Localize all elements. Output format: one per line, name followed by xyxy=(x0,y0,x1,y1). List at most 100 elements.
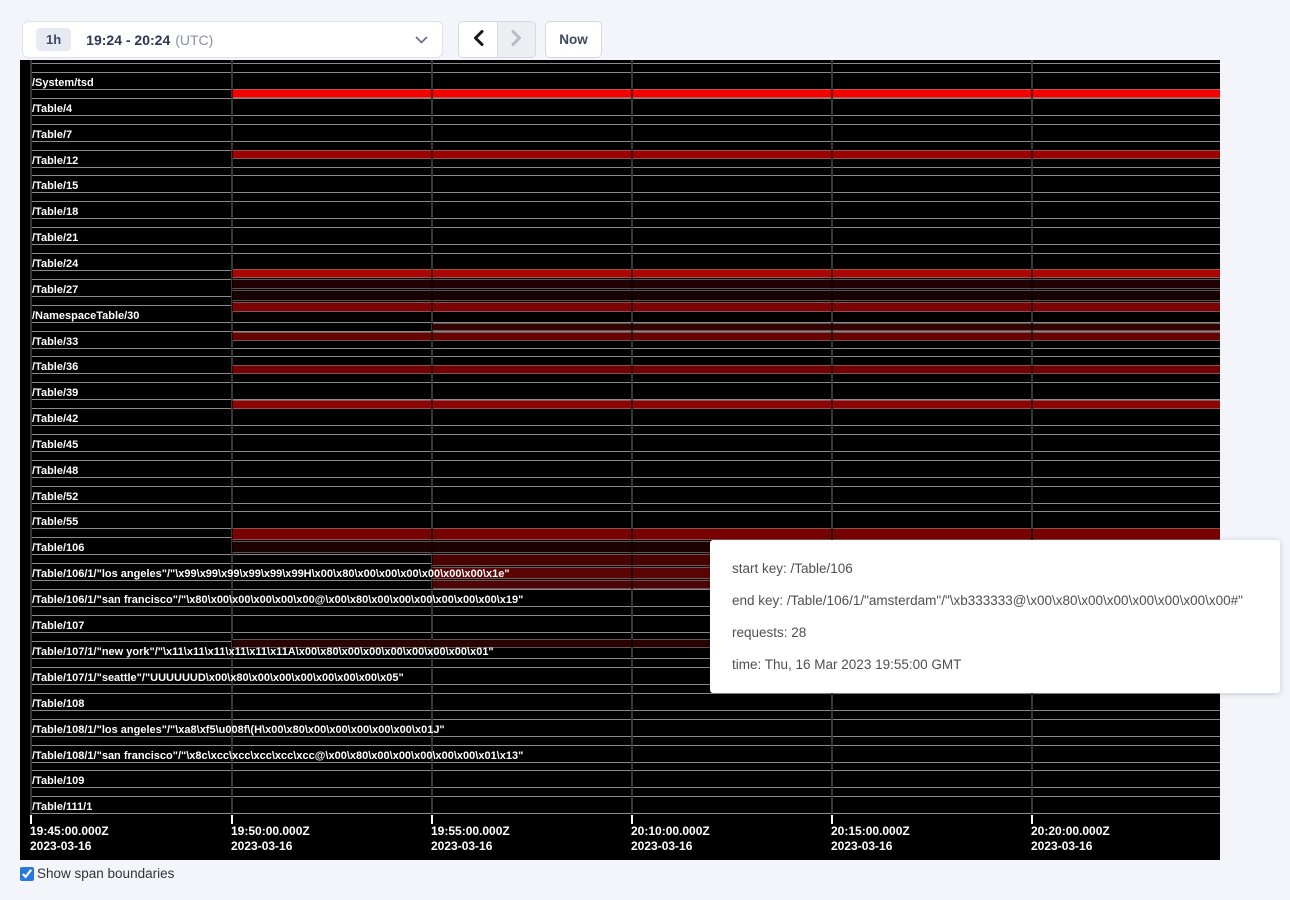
time-nav-group xyxy=(458,21,536,58)
axis-date: 2023-03-16 xyxy=(431,839,510,854)
span-boundary-line xyxy=(30,253,1220,254)
row-key-label: /Table/21 xyxy=(32,232,78,245)
span-boundary-line xyxy=(30,770,1220,771)
axis-time: 19:55:00.000Z xyxy=(431,824,510,839)
span-boundary-line xyxy=(30,503,1220,504)
span-boundary-line xyxy=(30,218,1220,219)
axis-tick-label: 20:10:00.000Z2023-03-16 xyxy=(631,824,710,854)
span-boundary-line xyxy=(30,434,1220,435)
heat-band[interactable] xyxy=(232,150,1220,159)
span-boundary-line xyxy=(30,693,1220,694)
span-boundary-line xyxy=(30,813,1220,814)
heat-band[interactable] xyxy=(232,302,1220,312)
span-boundary-line xyxy=(30,787,1220,788)
span-boundary-line xyxy=(30,201,1220,202)
axis-tick xyxy=(831,815,833,824)
axis-time: 19:50:00.000Z xyxy=(231,824,310,839)
span-boundary-line xyxy=(30,451,1220,452)
bucket-tooltip: start key: /Table/106 end key: /Table/10… xyxy=(710,540,1280,693)
axis-tick xyxy=(30,815,32,824)
row-key-label: /Table/48 xyxy=(32,465,78,478)
show-span-boundaries-checkbox[interactable] xyxy=(20,867,34,881)
row-key-label: /Table/18 xyxy=(32,206,78,219)
axis-tick xyxy=(1031,815,1033,824)
span-boundary-line xyxy=(30,356,1220,357)
prev-time-button[interactable] xyxy=(459,22,497,57)
toolbar: 1h 19:24 - 20:24 (UTC) Now xyxy=(0,0,1290,60)
heat-band[interactable] xyxy=(432,323,1220,331)
row-key-label: /Table/109 xyxy=(32,775,84,788)
row-key-label: /Table/108/1/"los angeles"/"\xa8\xf5\u00… xyxy=(32,724,445,737)
heat-band[interactable] xyxy=(232,269,1220,278)
span-boundary-line xyxy=(30,72,1220,73)
row-key-label: /Table/33 xyxy=(32,336,78,349)
row-key-label: /Table/36 xyxy=(32,361,78,374)
span-boundary-line xyxy=(30,141,1220,142)
row-key-label: /Table/106/1/"san francisco"/"\x80\x00\x… xyxy=(32,594,523,607)
row-key-label: /Table/4 xyxy=(32,103,72,116)
row-key-label: /Table/55 xyxy=(32,516,78,529)
axis-date: 2023-03-16 xyxy=(831,839,910,854)
tooltip-requests: requests: 28 xyxy=(732,625,1258,640)
time-gridline-overlay xyxy=(831,60,833,815)
time-gridline-overlay xyxy=(231,60,233,815)
span-boundary-line xyxy=(30,796,1220,797)
span-boundary-line xyxy=(30,710,1220,711)
axis-tick-label: 19:50:00.000Z2023-03-16 xyxy=(231,824,310,854)
span-boundary-line xyxy=(30,124,1220,125)
axis-tick xyxy=(231,815,233,824)
chevron-left-icon xyxy=(473,30,484,49)
heat-band[interactable] xyxy=(232,279,1220,289)
heat-band[interactable] xyxy=(232,528,1220,540)
key-visualizer-canvas[interactable]: /System/tsd/Table/4/Table/7/Table/12/Tab… xyxy=(20,60,1220,860)
row-key-label: /Table/106 xyxy=(32,542,84,555)
axis-time: 20:20:00.000Z xyxy=(1031,824,1110,839)
duration-badge: 1h xyxy=(36,28,71,51)
row-key-label: /Table/12 xyxy=(32,155,78,168)
heat-band[interactable] xyxy=(232,290,1220,301)
chevron-right-icon xyxy=(511,30,522,49)
row-key-label: /Table/15 xyxy=(32,180,78,193)
row-key-label: /NamespaceTable/30 xyxy=(32,310,139,323)
show-span-boundaries-label: Show span boundaries xyxy=(37,866,174,881)
span-boundary-line xyxy=(30,382,1220,383)
tooltip-start-key: start key: /Table/106 xyxy=(732,561,1258,576)
row-key-label: /Table/39 xyxy=(32,387,78,400)
span-boundary-line xyxy=(30,425,1220,426)
span-boundary-line xyxy=(30,511,1220,512)
axis-time: 20:15:00.000Z xyxy=(831,824,910,839)
row-key-label: /Table/45 xyxy=(32,439,78,452)
axis-tick-label: 20:20:00.000Z2023-03-16 xyxy=(1031,824,1110,854)
span-boundary-line xyxy=(30,175,1220,176)
span-boundary-line xyxy=(30,192,1220,193)
heat-band[interactable] xyxy=(232,89,1220,98)
heat-band[interactable] xyxy=(232,400,1220,409)
row-key-label: /Table/7 xyxy=(32,129,72,142)
row-key-label: /Table/27 xyxy=(32,284,78,297)
axis-tick xyxy=(431,815,433,824)
row-key-label: /Table/107/1/"new york"/"\x11\x11\x11\x1… xyxy=(32,646,494,659)
span-boundary-line xyxy=(30,63,1220,64)
row-key-label: /Table/107 xyxy=(32,620,84,633)
axis-tick-label: 19:45:00.000Z2023-03-16 xyxy=(30,824,109,854)
timezone-text: (UTC) xyxy=(175,32,213,48)
footer: Show span boundaries xyxy=(20,866,174,881)
time-gridline-overlay xyxy=(1031,60,1033,815)
axis-tick-label: 20:15:00.000Z2023-03-16 xyxy=(831,824,910,854)
span-boundary-line xyxy=(30,167,1220,168)
span-boundary-line xyxy=(30,477,1220,478)
heat-band[interactable] xyxy=(232,365,1220,374)
time-range-dropdown[interactable]: 1h 19:24 - 20:24 (UTC) xyxy=(22,21,443,58)
axis-date: 2023-03-16 xyxy=(30,839,109,854)
time-range-text: 19:24 - 20:24 xyxy=(86,32,170,48)
row-key-label: /Table/106/1/"los angeles"/"\x99\x99\x99… xyxy=(32,568,510,581)
row-key-label: /Table/108 xyxy=(32,698,84,711)
now-button[interactable]: Now xyxy=(545,21,602,58)
row-key-label: /System/tsd xyxy=(32,77,94,90)
row-key-label: /Table/24 xyxy=(32,258,78,271)
span-boundary-line xyxy=(30,745,1220,746)
heat-band[interactable] xyxy=(232,332,1220,341)
span-boundary-line xyxy=(30,244,1220,245)
next-time-button[interactable] xyxy=(497,22,535,57)
span-boundary-line xyxy=(30,486,1220,487)
